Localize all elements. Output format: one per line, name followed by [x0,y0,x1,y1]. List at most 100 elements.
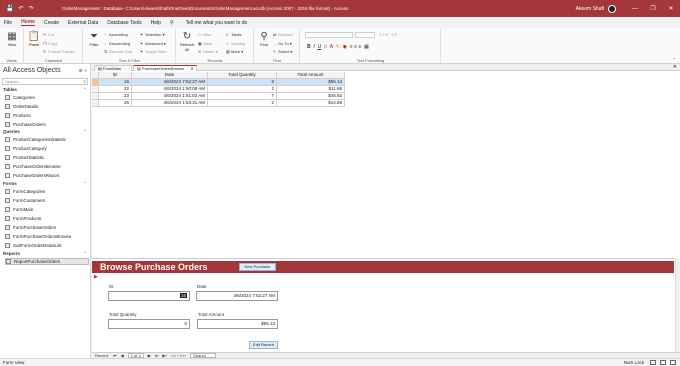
refresh-all-button[interactable]: ↻ Refresh All [179,31,195,52]
selection-button[interactable]: ⏷ Selection ▾ [140,32,165,37]
descending-button[interactable]: ↓ Descending [104,41,130,46]
table-icon [5,122,10,127]
minimize-icon[interactable]: — [626,6,644,12]
tab-formmain[interactable]: ▤ FormMain [94,65,132,71]
nav-item-form[interactable]: FormCategories [5,188,89,195]
subform: Browse Purchase Orders New Purchase ▶ ID… [92,258,674,352]
table-row[interactable]: 26 4/6/2024 1:53:31 AM 2 $14.68 [92,100,345,107]
remove-sort-button[interactable]: ⇅ Remove Sort [104,49,132,54]
save-record-button[interactable]: ▣Save [198,41,212,46]
find-button[interactable]: ⚲ Find [257,31,271,47]
nav-item-orderdetails[interactable]: OrderDetails [5,103,89,110]
replace-button[interactable]: ⇄ Replace [273,32,293,37]
tell-me-box[interactable]: ⚲ Tell me what you want to do [170,20,256,26]
nav-category-forms[interactable]: Forms ⌃ [3,181,87,186]
close-icon[interactable]: ✕ [662,5,680,12]
new-record-button[interactable]: □ New [198,32,211,37]
toggle-filter-button[interactable]: ⏷ Toggle Filter [140,49,167,54]
nav-item-report[interactable]: ReportPurchaseOrders [5,258,89,265]
row-selector[interactable] [92,86,99,93]
column-header-id[interactable]: ID [99,72,132,79]
copy-button[interactable]: ❐Copy [43,41,57,46]
font-family-select[interactable] [305,32,353,38]
nav-item-form[interactable]: FormMain [5,206,89,213]
select-button[interactable]: ↖ Select ▾ [273,49,292,54]
form-view-icon[interactable] [650,360,656,365]
column-header-date[interactable]: Date [132,72,208,79]
redo-icon[interactable]: ↷ [29,5,34,12]
vertical-scrollbar[interactable] [675,258,680,352]
filter-button[interactable]: ⏷ Filter [87,31,101,47]
query-icon [5,137,10,142]
font-size-select[interactable] [355,32,375,38]
table-row[interactable]: 16 4/6/2024 7:52:27 AM 6 $55.13 [92,79,345,86]
menu-help[interactable]: Help [151,20,161,26]
advanced-button[interactable]: ⏷ Advanced ▾ [140,41,166,46]
nav-category-tables[interactable]: Tables ⌃ [3,87,87,92]
collapse-ribbon-icon[interactable]: ⌃ [673,57,676,62]
search-icon: ⚲ [83,79,86,84]
format-painter-button[interactable]: ✎ Format Painter [43,49,74,54]
nav-search-input[interactable]: Search... ⚲ [2,78,88,85]
menu-file[interactable]: File [4,20,12,26]
table-row[interactable]: 22 4/6/2024 1:50:08 AM 2 $11.68 [92,86,345,93]
nav-item-form[interactable]: SubFormOrderDetailList [5,242,89,249]
date-field[interactable]: 4/6/2024 7:52:27 AM [196,291,278,301]
menu-external-data[interactable]: External Data [68,20,98,26]
lightbulb-icon: ⚲ [169,19,174,26]
nav-title[interactable]: All Access Objects [3,67,61,74]
nav-item-products[interactable]: Products [5,112,89,119]
user-name[interactable]: Akeem Shafi [576,6,604,12]
amount-field[interactable]: $55.13 [197,319,278,329]
nav-item-query[interactable]: ProductCategoriesStatistic [5,136,89,143]
nav-item-form[interactable]: FormPurchaseOrdersBrowse [5,233,89,240]
list-icon[interactable]: ≡ ≡ ⇤ ⇥ ¶ [379,32,397,37]
nav-category-reports[interactable]: Reports ⌃ [3,251,87,256]
spelling-button[interactable]: ✓ Spelling [226,41,245,46]
menu-home[interactable]: Home [21,19,35,26]
column-header-amount[interactable]: Total Amount [277,72,345,79]
nav-controls[interactable]: ⊕ « [79,68,87,74]
delete-record-button[interactable]: ✕ Delete ▾ [198,49,218,54]
restore-icon[interactable]: ❐ [644,5,662,12]
nav-item-form[interactable]: FormProducts [5,215,89,222]
nav-item-purchaseorders[interactable]: PurchaseOrders [5,121,89,128]
menu-database-tools[interactable]: Database Tools [107,20,141,26]
goto-button[interactable]: →Go To ▾ [273,41,292,46]
row-selector[interactable] [92,93,99,100]
nav-item-categories[interactable]: Categories [5,94,89,101]
tab-purchaseordersbrowse[interactable]: ▤ PurchaseOrdersBrowse ✕ [133,65,197,71]
cut-button[interactable]: ✂ Cut [43,32,54,37]
totals-button[interactable]: Σ Totals [226,32,241,37]
save-icon[interactable]: 💾 [6,5,13,12]
new-purchase-button[interactable]: New Purchase [239,263,276,271]
record-selector-icon[interactable]: ▶ [94,274,98,280]
table-row[interactable]: 23 4/6/2024 1:51:02 AM 7 $45.93 [92,93,345,100]
nav-item-query[interactable]: ProductStatistic [5,154,89,161]
nav-item-query[interactable]: ProductCategory [5,145,89,152]
quantity-field[interactable]: 6 [108,319,190,329]
row-selector[interactable] [92,79,99,86]
nav-item-query[interactable]: PurchaseOrdersBrowse [5,163,89,170]
more-button[interactable]: ▦More ▾ [226,49,243,54]
nav-item-form[interactable]: FormPurchaseOrders [5,224,89,231]
edit-record-button[interactable]: Edit Record [249,341,278,349]
paste-button[interactable]: 📋 Paste [27,31,41,47]
layout-view-icon[interactable] [660,360,666,365]
avatar[interactable] [608,4,616,13]
undo-icon[interactable]: ↶ [18,5,23,12]
column-header-quantity[interactable]: Total Quantity [208,72,277,79]
font-style-buttons[interactable]: B I U □ A ✎ ◉ ≡ ≡ ≡ ▦ [307,44,369,50]
ascending-button[interactable]: ↑ Ascending [104,32,128,37]
design-view-icon[interactable] [670,360,676,365]
row-selector[interactable] [92,100,99,107]
close-icon[interactable]: ✕ [673,64,677,70]
id-field[interactable]: 16 [108,291,190,301]
menu-create[interactable]: Create [44,20,59,26]
nav-item-form[interactable]: FormCustomers [5,197,89,204]
nav-category-queries[interactable]: Queries ⌃ [3,129,87,134]
view-button[interactable]: ▦ View [3,31,21,47]
close-tab-icon[interactable]: ✕ [190,66,193,71]
select-all[interactable] [92,72,99,79]
nav-item-query[interactable]: PurchaseOrdersReport [5,172,89,179]
